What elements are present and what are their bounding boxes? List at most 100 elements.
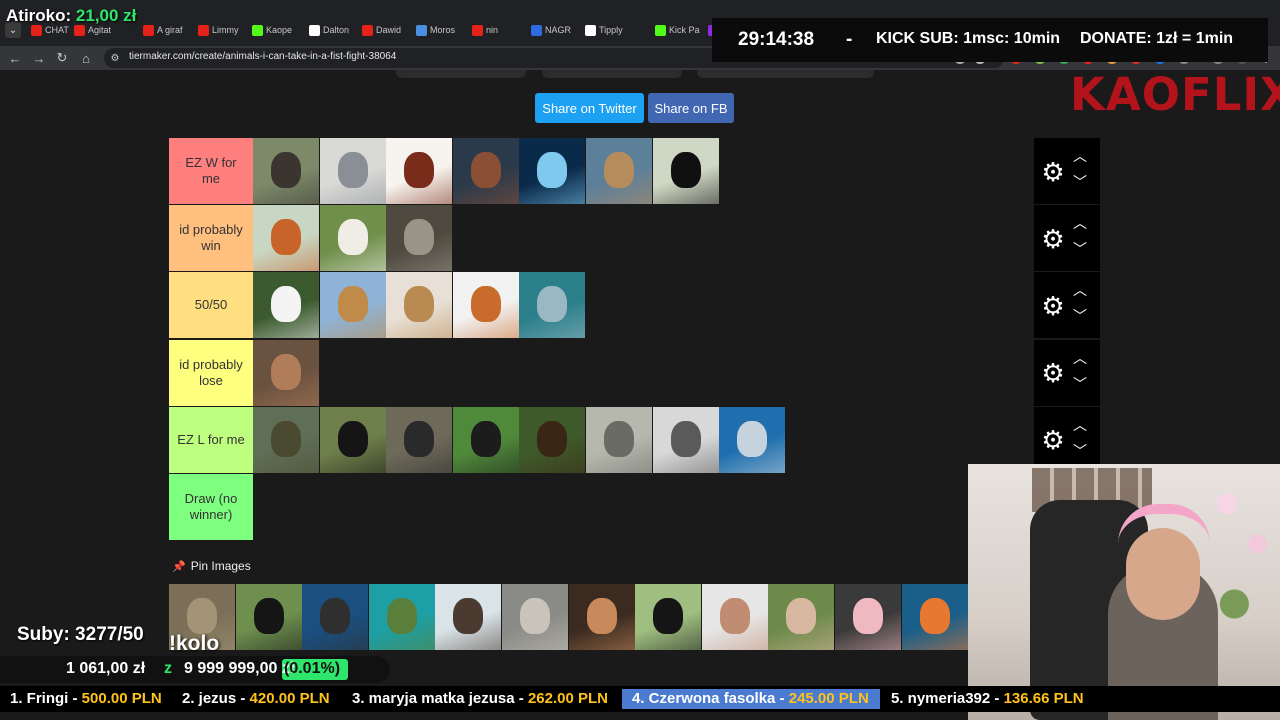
animal-image-sea-lion[interactable] [302, 584, 369, 650]
animal-image-seal[interactable] [652, 406, 719, 473]
animal-image-fox[interactable] [253, 205, 319, 272]
chevron-up-icon[interactable]: ︿ [1070, 215, 1090, 231]
animal-image-giraffe[interactable] [319, 272, 386, 339]
animal-shape [537, 286, 568, 323]
site-info-icon[interactable]: ⚙ [106, 49, 124, 67]
animal-image-crocodile[interactable] [253, 406, 319, 473]
subathon-timer: 29:14:38 [738, 29, 815, 50]
chevron-down-icon[interactable]: ﹀ [1070, 443, 1090, 459]
tier-drop-zone[interactable] [253, 474, 1033, 540]
animal-image-kangaroo[interactable] [253, 339, 319, 406]
tier-drop-zone[interactable] [253, 272, 1033, 339]
animal-shape [719, 598, 750, 634]
url-text: tiermaker.com/create/animals-i-can-take-… [129, 51, 397, 62]
animal-image-ant[interactable] [386, 138, 453, 204]
animal-image-cassowary[interactable] [235, 584, 302, 650]
browser-tab[interactable]: A giraf [143, 21, 194, 39]
ticker-entry: 5. nymeria392 - 136.66 PLN [891, 690, 1084, 707]
browser-tab[interactable]: Tipply [585, 21, 651, 39]
tier-label[interactable]: 50/50 [169, 272, 253, 339]
animal-image-black-bear[interactable] [319, 406, 386, 473]
browser-tab[interactable]: Kick Pa [655, 21, 704, 39]
animal-image-pigeon[interactable] [319, 138, 386, 204]
tab-label: nin [486, 25, 499, 35]
animal-image-man[interactable] [701, 584, 768, 650]
animal-image-pig[interactable] [768, 584, 835, 650]
browser-tab[interactable]: Dawid [362, 21, 412, 39]
ticker-name: 3. maryja matka jezusa - [352, 690, 524, 707]
subs-counter: Suby: 3277/50 [17, 624, 144, 645]
browser-tab[interactable]: Kaope [252, 21, 305, 39]
page-tab-stub [396, 70, 526, 78]
tier-drop-zone[interactable] [253, 205, 1033, 272]
animal-image-octopus[interactable] [901, 584, 968, 650]
animal-image-sea-turtle[interactable] [368, 584, 435, 650]
tab-label: NAGR [545, 25, 572, 35]
tab-label: Dawid [376, 25, 402, 35]
chevron-down-icon[interactable]: ﹀ [1070, 376, 1090, 392]
browser-tab[interactable]: Limmy [198, 21, 248, 39]
animal-image-cow[interactable] [635, 584, 702, 650]
tier-drop-zone[interactable] [253, 339, 1033, 406]
animal-image-gorilla[interactable] [386, 406, 453, 473]
gear-icon[interactable]: ⚙ [1038, 425, 1068, 456]
animal-image-toucan[interactable] [652, 138, 719, 204]
chevron-down-icon[interactable]: ﹀ [1070, 174, 1090, 190]
goal-current: 1 061,00 zł [66, 660, 146, 677]
animal-image-raccoon[interactable] [386, 205, 453, 272]
animal-image-rhinoceros[interactable] [586, 406, 652, 473]
chevron-up-icon[interactable]: ︿ [1070, 148, 1090, 164]
animal-shape [337, 219, 368, 256]
animal-shape [737, 420, 768, 457]
chevron-down-icon[interactable]: ﹀ [1070, 241, 1090, 257]
animal-image-meerkat[interactable] [586, 138, 652, 204]
chevron-up-icon[interactable]: ︿ [1070, 282, 1090, 298]
tier-label[interactable]: Draw (no winner) [169, 474, 253, 540]
browser-tab[interactable]: Moros [416, 21, 468, 39]
back-icon[interactable]: ← [6, 49, 24, 67]
animal-image-axolotl[interactable] [835, 584, 901, 650]
animal-image-dolphin[interactable] [519, 272, 586, 339]
tier-label[interactable]: id probably win [169, 205, 253, 272]
animal-image-canada-goose[interactable] [253, 138, 319, 204]
browser-tab[interactable]: Dalton [309, 21, 358, 39]
animal-image-camel[interactable] [386, 272, 453, 339]
animal-image-snake[interactable] [568, 584, 635, 650]
animal-shape [271, 152, 301, 188]
animal-image-lobster[interactable] [452, 138, 519, 204]
home-icon[interactable]: ⌂ [77, 49, 95, 67]
animal-image-moose[interactable] [519, 406, 586, 473]
animal-shape [537, 420, 568, 457]
gear-icon[interactable]: ⚙ [1038, 358, 1068, 389]
animal-image-goat[interactable] [319, 205, 386, 272]
animal-image-dog[interactable] [452, 272, 519, 339]
gear-icon[interactable]: ⚙ [1038, 157, 1068, 187]
pin-images-toggle[interactable]: 📌 Pin Images [172, 559, 251, 573]
chevron-up-icon[interactable]: ︿ [1070, 350, 1090, 366]
animal-image-chimpanzee[interactable] [452, 406, 519, 473]
tier-drop-zone[interactable] [253, 406, 1033, 473]
tier-label[interactable]: EZ W for me [169, 138, 253, 204]
tab-favicon-icon [416, 24, 427, 36]
animal-image-panda[interactable] [253, 272, 319, 339]
kolo-command: !kolo [169, 632, 220, 655]
reload-icon[interactable]: ↻ [53, 49, 71, 67]
browser-tab[interactable]: nin [472, 21, 527, 39]
share-twitter-button[interactable]: Share on Twitter [535, 93, 644, 123]
chevron-up-icon[interactable]: ︿ [1070, 417, 1090, 433]
tab-favicon-icon [362, 24, 373, 36]
animal-image-wolf[interactable] [502, 584, 568, 650]
ticker-name: 4. Czerwona fasolka - [632, 690, 785, 707]
animal-image-shark[interactable] [719, 406, 786, 473]
chevron-down-icon[interactable]: ﹀ [1070, 308, 1090, 324]
tier-label[interactable]: id probably lose [169, 339, 253, 406]
animal-image-walrus[interactable] [435, 584, 502, 650]
gear-icon[interactable]: ⚙ [1038, 224, 1068, 254]
animal-image-jellyfish[interactable] [519, 138, 586, 204]
browser-tab[interactable]: NAGR [531, 21, 581, 39]
share-fb-button[interactable]: Share on FB [648, 93, 734, 123]
tier-label[interactable]: EZ L for me [169, 406, 253, 473]
gear-icon[interactable]: ⚙ [1038, 291, 1068, 321]
forward-icon[interactable]: → [30, 49, 48, 67]
tier-drop-zone[interactable] [253, 138, 1033, 204]
